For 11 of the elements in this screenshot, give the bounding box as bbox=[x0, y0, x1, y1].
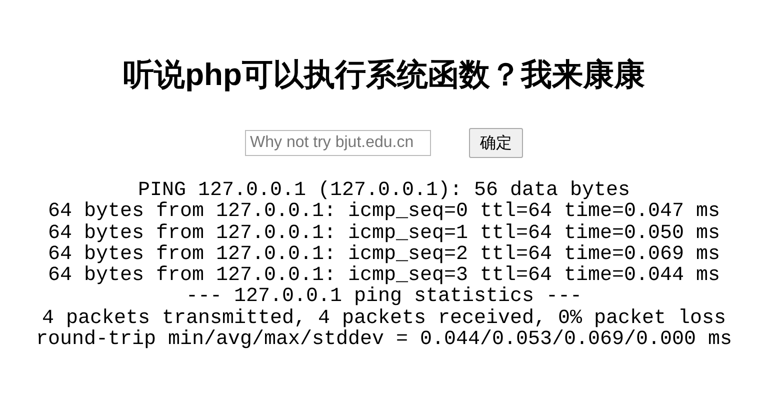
output-line: 64 bytes from 127.0.0.1: icmp_seq=0 ttl=64 time=0.047 ms bbox=[48, 201, 720, 223]
output-line: 64 bytes from 127.0.0.1: icmp_seq=3 ttl=64 time=0.044 ms bbox=[48, 265, 720, 286]
submit-button[interactable]: 确定 bbox=[469, 128, 523, 158]
output-line: 4 packets transmitted, 4 packets received, 0% packet loss bbox=[42, 308, 726, 330]
output-line: round-trip min/avg/max/stddev = 0.044/0.053/0.069/0.000 ms bbox=[36, 329, 732, 350]
output-line: PING 127.0.0.1 (127.0.0.1): 56 data bytes bbox=[138, 180, 630, 202]
output-line: 64 bytes from 127.0.0.1: icmp_seq=1 ttl=64 time=0.050 ms bbox=[48, 222, 720, 244]
input-field[interactable]: Why not try bjut.edu.cn bbox=[245, 130, 431, 156]
output-line: 64 bytes from 127.0.0.1: icmp_seq=2 ttl=64 time=0.069 ms bbox=[48, 244, 720, 266]
page-heading: 听说php可以执行系统函数？我来康康 bbox=[123, 56, 645, 94]
output-line: --- 127.0.0.1 ping statistics --- bbox=[186, 286, 582, 308]
